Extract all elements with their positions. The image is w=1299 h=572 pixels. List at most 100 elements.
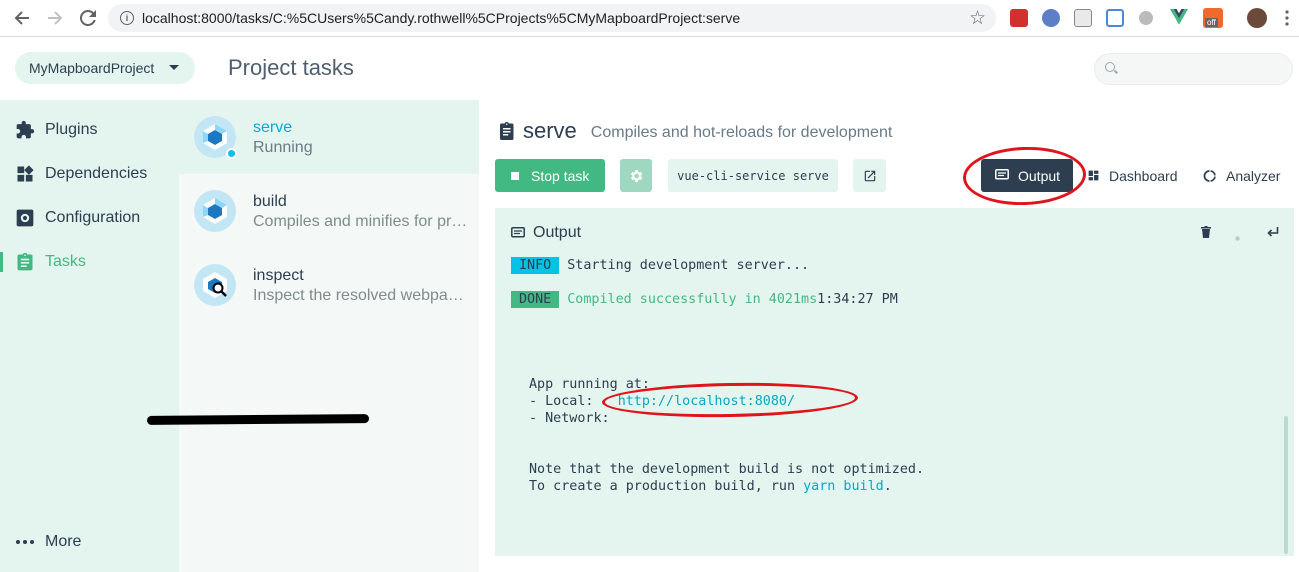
open-in-new-icon [864, 170, 875, 181]
log-text: - Local: [529, 394, 618, 409]
log-message: Starting development server... [567, 258, 810, 273]
local-url-link[interactable]: http://localhost:8080/ [618, 394, 795, 409]
search-input[interactable] [1094, 53, 1293, 85]
project-switcher[interactable]: MyMapboardProject [15, 52, 195, 84]
scrollbar[interactable] [1284, 416, 1288, 554]
sidebar-more[interactable]: More [0, 522, 179, 562]
command-highlight: yarn build [803, 479, 884, 494]
wrap-lines-icon[interactable] [1267, 226, 1279, 241]
open-external-button[interactable] [853, 159, 886, 192]
avatar[interactable] [1247, 8, 1267, 28]
stop-icon [511, 171, 519, 180]
done-tag: DONE [511, 291, 560, 308]
sidebar-more-label: More [45, 533, 82, 550]
sidebar-item-dependencies[interactable]: Dependencies [0, 154, 179, 194]
log-line: App running at: [529, 376, 650, 393]
settings-icon [15, 208, 35, 228]
extension-icon[interactable] [1010, 9, 1028, 27]
redaction-mark [146, 414, 370, 425]
tab-analyzer[interactable]: Analyzer [1203, 159, 1280, 192]
analyzer-icon [1203, 169, 1217, 183]
tab-analyzer-label: Analyzer [1226, 167, 1281, 184]
extension-badge: off [1205, 18, 1218, 27]
app-header: MyMapboardProject Project tasks [0, 37, 1299, 100]
sidebar-item-label: Tasks [45, 253, 86, 270]
browser-toolbar: i localhost:8000/tasks/C:%5CUsers%5Candy… [0, 0, 1299, 37]
log-line: To create a production build, run yarn b… [529, 478, 892, 495]
sidebar-item-label: Configuration [45, 209, 141, 226]
sidebar-item-configuration[interactable]: Configuration [0, 198, 179, 238]
task-settings-button[interactable] [620, 159, 652, 192]
address-bar[interactable]: i localhost:8000/tasks/C:%5CUsers%5Candy… [108, 4, 996, 32]
back-arrow-icon[interactable] [6, 2, 38, 34]
log-line-network: - Network: [529, 410, 618, 427]
forward-arrow-icon[interactable] [39, 2, 71, 34]
dashboard-icon [1087, 169, 1100, 182]
task-item-build[interactable]: build Compiles and minifies for producti… [179, 174, 479, 248]
extension-icon[interactable] [1139, 11, 1153, 25]
task-list: serve Running build Compiles and minifie… [179, 100, 479, 572]
log-text: To create a production build, run [529, 479, 804, 494]
info-tag: INFO [511, 257, 560, 274]
log-line-info: INFO Starting development server... [511, 257, 809, 274]
output-header: Output [511, 224, 581, 242]
tab-output-label: Output [1018, 167, 1061, 184]
search-icon [1105, 62, 1115, 72]
output-panel: Output INFO Starting development server..… [495, 208, 1294, 556]
log-text: Note that the development build is not o… [529, 462, 925, 477]
gear-icon [630, 169, 643, 182]
log-time: 1:34:27 PM [817, 292, 898, 307]
task-description: Running [253, 139, 313, 156]
extension-icon[interactable]: off [1203, 8, 1223, 28]
task-item-inspect[interactable]: inspect Inspect the resolved webpack con… [179, 248, 479, 322]
bookmark-star-icon[interactable]: ☆ [969, 7, 986, 30]
url-text: localhost:8000/tasks/C:%5CUsers%5Candy.r… [142, 10, 741, 26]
clipboard-icon [497, 121, 515, 141]
log-text: - Network: [529, 411, 618, 426]
extension-icon[interactable] [1074, 9, 1092, 27]
page-title: Project tasks [228, 55, 354, 80]
task-header: serve Compiles and hot-reloads for devel… [497, 118, 892, 144]
clear-console-icon[interactable] [1201, 226, 1211, 241]
sidebar-item-tasks[interactable]: Tasks [0, 242, 179, 282]
log-line-local: - Local: http://localhost:8080/ [529, 393, 795, 410]
task-item-serve[interactable]: serve Running [179, 100, 479, 174]
sidebar-item-plugins[interactable]: Plugins [0, 110, 179, 150]
clipboard-icon [15, 252, 35, 272]
project-name: MyMapboardProject [29, 60, 155, 76]
log-text: App running at: [529, 377, 650, 392]
tab-dashboard-label: Dashboard [1109, 167, 1178, 184]
message-icon [511, 226, 525, 240]
scroll-lock-icon[interactable] [1235, 229, 1240, 244]
task-name: build [253, 193, 287, 210]
stop-task-button[interactable]: Stop task [495, 159, 605, 192]
active-indicator [0, 252, 3, 272]
log-line: Note that the development build is not o… [529, 461, 924, 478]
menu-kebab-icon[interactable] [1285, 10, 1289, 26]
message-icon [995, 169, 1009, 182]
sidebar: Plugins Dependencies Configuration Tasks… [0, 100, 179, 572]
task-subtitle: Compiles and hot-reloads for development [590, 123, 893, 141]
log-text: . [883, 479, 892, 494]
task-name: serve [253, 119, 293, 136]
task-description: Inspect the resolved webpack config [253, 287, 468, 304]
tab-dashboard[interactable]: Dashboard [1087, 159, 1178, 192]
vue-devtools-icon[interactable] [1170, 9, 1188, 27]
tab-output[interactable]: Output [981, 159, 1073, 192]
log-line-done: DONE Compiled successfully in 4021ms1:34:… [511, 291, 898, 308]
task-name: inspect [253, 267, 304, 284]
widgets-icon [15, 164, 35, 184]
sidebar-item-label: Plugins [45, 121, 98, 138]
running-status-dot [226, 148, 237, 159]
info-icon[interactable]: i [120, 11, 134, 25]
extension-icon[interactable] [1106, 9, 1124, 27]
webpack-inspect-icon [194, 264, 236, 306]
task-details: serve Compiles and hot-reloads for devel… [479, 100, 1299, 572]
reload-icon[interactable] [72, 2, 104, 34]
puzzle-icon [15, 120, 35, 140]
extension-icon[interactable] [1042, 9, 1060, 27]
caret-down-icon [169, 65, 179, 70]
webpack-icon [194, 190, 236, 232]
stop-task-label: Stop task [531, 167, 590, 184]
task-command: vue-cli-service serve [668, 159, 838, 192]
